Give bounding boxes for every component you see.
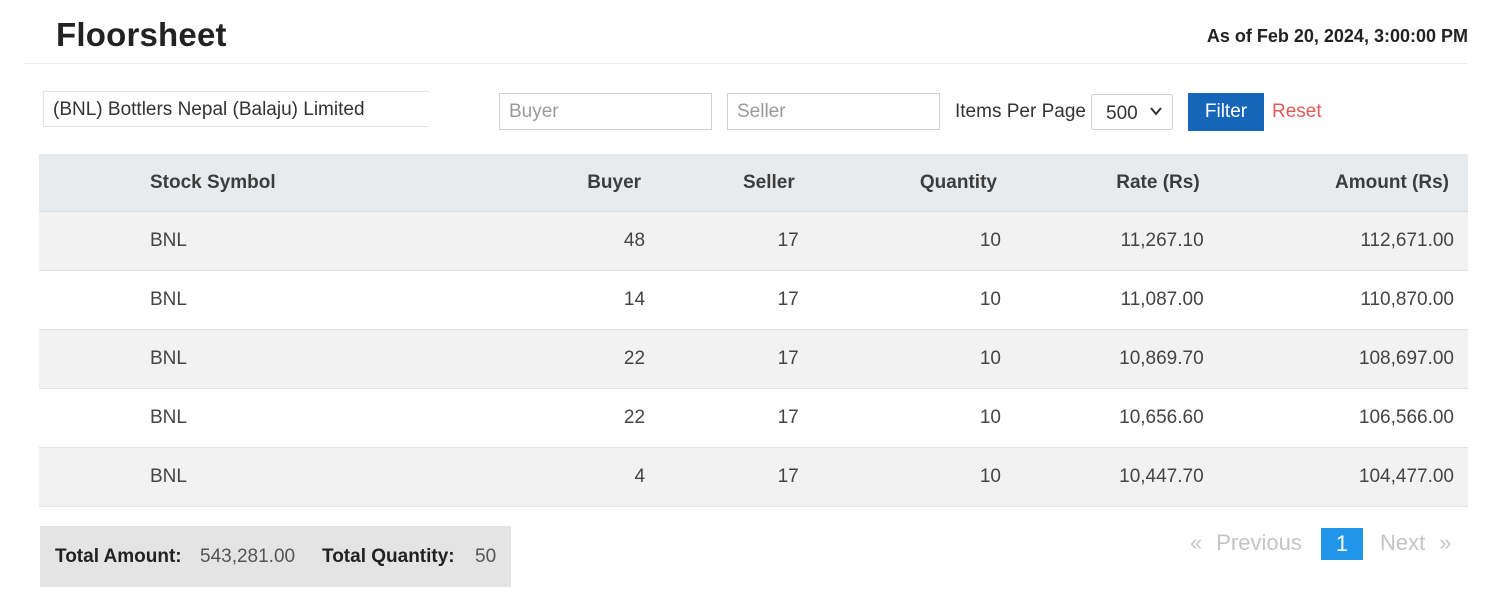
pagination-next[interactable]: Next » xyxy=(1380,530,1452,556)
cell-amount: 108,697.00 xyxy=(1358,348,1454,369)
items-per-page-select[interactable]: 500 xyxy=(1091,94,1173,130)
seller-input[interactable] xyxy=(727,93,940,130)
floorsheet-table: Stock Symbol Buyer Seller Quantity Rate … xyxy=(39,154,1468,507)
page-title: Floorsheet xyxy=(56,16,227,53)
column-header-buyer[interactable]: Buyer xyxy=(491,154,646,212)
cell-stock-symbol: BNL xyxy=(150,466,187,487)
buyer-input[interactable] xyxy=(499,93,712,130)
column-header-amount[interactable]: Amount (Rs) xyxy=(1203,154,1468,212)
cell-quantity: 10 xyxy=(979,348,1001,369)
cell-rate: 10,447.70 xyxy=(1119,466,1204,487)
company-select[interactable]: (BNL) Bottlers Nepal (Balaju) Limited xyxy=(43,91,429,127)
reset-link[interactable]: Reset xyxy=(1272,101,1322,123)
cell-quantity: 10 xyxy=(979,230,1001,251)
cell-rate: 11,267.10 xyxy=(1120,230,1204,251)
cell-quantity: 10 xyxy=(979,407,1001,428)
cell-buyer: 22 xyxy=(623,348,646,369)
next-label: Next xyxy=(1380,530,1426,555)
cell-buyer: 14 xyxy=(623,289,646,310)
items-per-page-label: Items Per Page xyxy=(955,101,1086,122)
cell-amount: 106,566.00 xyxy=(1358,407,1454,428)
total-quantity-value: 50 xyxy=(475,546,497,567)
filter-button[interactable]: Filter xyxy=(1188,93,1264,131)
double-chevron-left-icon: « xyxy=(1190,530,1203,555)
table-row: BNL 22 17 10 10,656.60 106,566.00 xyxy=(39,388,1468,448)
table-row: BNL 14 17 10 11,087.00 110,870.00 xyxy=(39,270,1468,330)
cell-buyer: 48 xyxy=(623,230,646,251)
items-per-page-value: 500 xyxy=(1106,103,1138,124)
column-header-stock-symbol[interactable]: Stock Symbol xyxy=(39,154,492,212)
cell-buyer: 4 xyxy=(634,466,646,487)
double-chevron-right-icon: » xyxy=(1439,530,1452,555)
column-header-rate[interactable]: Rate (Rs) xyxy=(1000,154,1204,212)
cell-quantity: 10 xyxy=(979,289,1001,310)
table-row: BNL 22 17 10 10,869.70 108,697.00 xyxy=(39,329,1468,389)
total-amount-label: Total Amount: xyxy=(55,546,182,567)
previous-label: Previous xyxy=(1216,530,1302,555)
cell-stock-symbol: BNL xyxy=(150,289,187,310)
pagination-previous[interactable]: « Previous xyxy=(1190,530,1302,556)
cell-stock-symbol: BNL xyxy=(150,348,187,369)
cell-seller: 17 xyxy=(777,230,799,251)
cell-stock-symbol: BNL xyxy=(150,230,187,251)
cell-stock-symbol: BNL xyxy=(150,407,187,428)
cell-amount: 104,477.00 xyxy=(1358,466,1454,487)
chevron-down-icon xyxy=(1150,107,1162,116)
cell-amount: 110,870.00 xyxy=(1360,289,1454,310)
cell-buyer: 22 xyxy=(623,407,646,428)
cell-rate: 11,087.00 xyxy=(1120,289,1204,310)
total-amount-value: 543,281.00 xyxy=(200,546,296,567)
cell-rate: 10,869.70 xyxy=(1119,348,1204,369)
total-quantity-label: Total Quantity: xyxy=(322,546,455,567)
cell-seller: 17 xyxy=(777,466,799,487)
table-header-row: Stock Symbol Buyer Seller Quantity Rate … xyxy=(39,154,1468,212)
cell-amount: 112,671.00 xyxy=(1360,230,1454,251)
as-of-timestamp: As of Feb 20, 2024, 3:00:00 PM xyxy=(1206,26,1468,46)
column-header-quantity[interactable]: Quantity xyxy=(798,154,1001,212)
cell-rate: 10,656.60 xyxy=(1119,407,1204,428)
table-row: BNL 4 17 10 10,447.70 104,477.00 xyxy=(39,447,1468,507)
cell-seller: 17 xyxy=(777,348,799,369)
table-row: BNL 48 17 10 11,267.10 112,671.00 xyxy=(39,211,1468,271)
column-header-seller[interactable]: Seller xyxy=(645,154,799,212)
page-header: Floorsheet As of Feb 20, 2024, 3:00:00 P… xyxy=(24,0,1468,64)
totals-summary: Total Amount: 543,281.00 Total Quantity:… xyxy=(40,526,511,587)
cell-seller: 17 xyxy=(777,407,799,428)
cell-seller: 17 xyxy=(777,289,799,310)
cell-quantity: 10 xyxy=(979,466,1001,487)
pagination-page-current[interactable]: 1 xyxy=(1321,528,1363,560)
